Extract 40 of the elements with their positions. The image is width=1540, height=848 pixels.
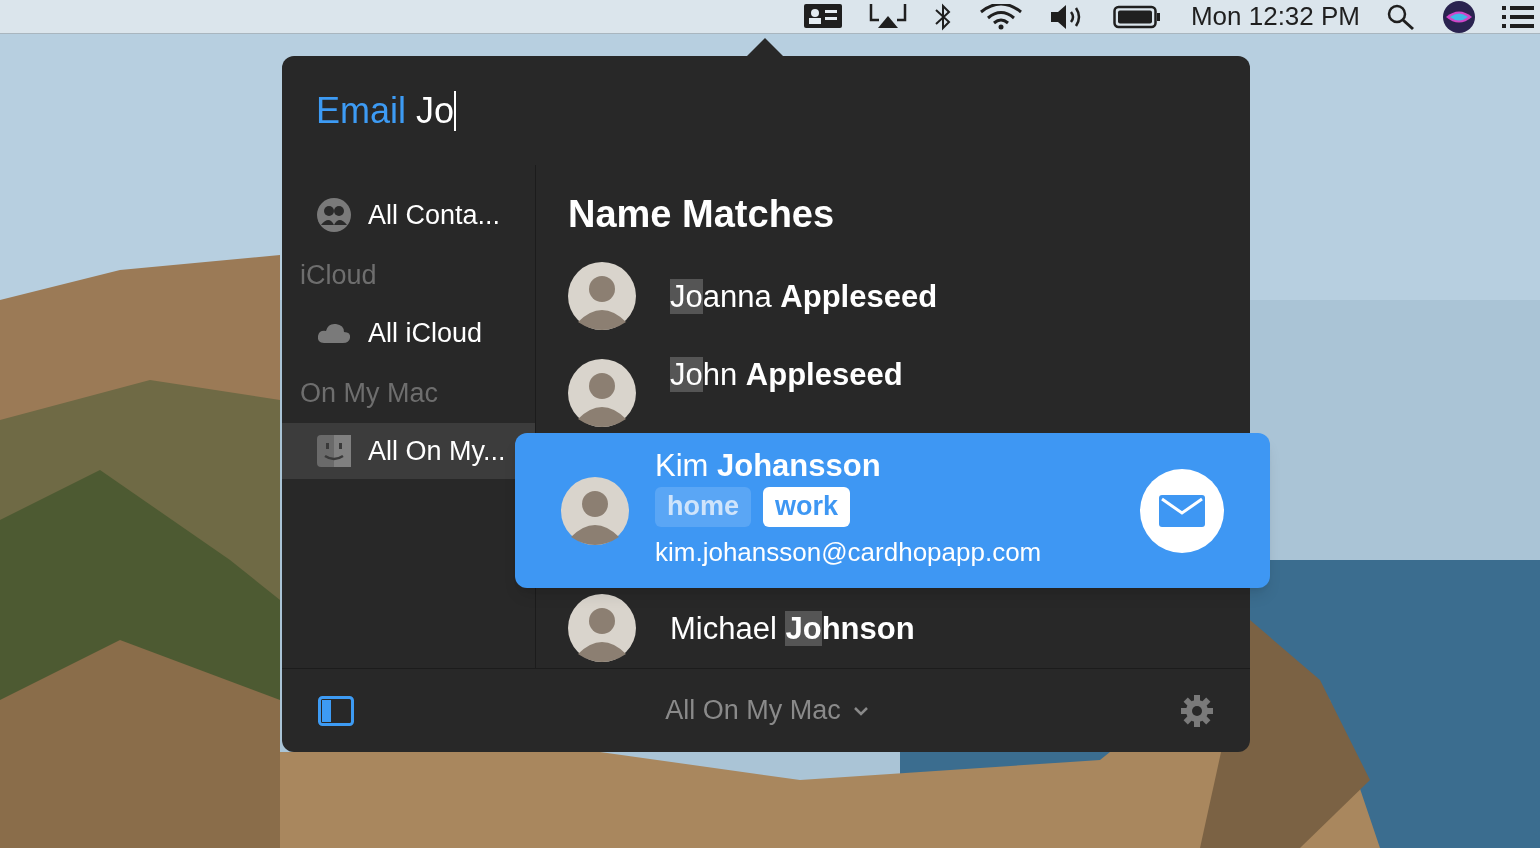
clock[interactable]: Mon 12:32 PM xyxy=(1190,0,1360,36)
search-prefix: Email xyxy=(316,88,407,133)
search-field[interactable]: Email Jo xyxy=(282,56,1250,165)
people-icon xyxy=(316,197,352,233)
siri-icon[interactable] xyxy=(1442,0,1476,34)
contact-name: Kim Johansson xyxy=(655,449,882,481)
avatar xyxy=(568,594,636,662)
contact-row[interactable]: Joanna Appleseed xyxy=(536,245,1250,347)
avatar xyxy=(568,262,636,330)
contact-row[interactable]: John Appleseed xyxy=(536,347,1250,433)
sidebar-item[interactable]: All On My... xyxy=(282,423,535,479)
wifi-icon[interactable] xyxy=(978,3,1023,30)
avatar xyxy=(568,359,636,427)
airplay-icon[interactable] xyxy=(868,3,907,30)
contact-card-icon[interactable] xyxy=(802,3,843,30)
search-icon[interactable] xyxy=(1386,2,1416,31)
email-address: kim.johansson@cardhopapp.com xyxy=(655,535,1043,569)
sidebar-section-title: iCloud xyxy=(299,258,378,292)
section-heading: Name Matches xyxy=(567,191,836,237)
sidebar-label: All iCloud xyxy=(368,316,483,350)
sidebar-section-title: On My Mac xyxy=(299,376,440,410)
avatar xyxy=(561,476,629,545)
contact-name: Michael Johnson xyxy=(670,612,915,644)
contact-name: John Appleseed xyxy=(670,359,903,390)
contact-name: Joanna Appleseed xyxy=(670,280,938,312)
cloud-icon xyxy=(316,321,352,345)
envelope-icon xyxy=(1159,494,1205,527)
sidebar-item[interactable]: All iCloud xyxy=(282,305,535,361)
battery-icon[interactable] xyxy=(1112,4,1161,29)
chevron-down-icon xyxy=(852,705,869,716)
contact-row[interactable]: Michael Johnson xyxy=(536,588,1250,668)
scope-dropdown[interactable]: All On My Mac xyxy=(665,690,869,731)
sidebar-item[interactable]: All Conta... xyxy=(282,187,535,243)
sidebar-toggle-icon[interactable] xyxy=(318,695,354,726)
sidebar-label: All On My... xyxy=(368,434,506,468)
sidebar-label: All Conta... xyxy=(368,198,501,232)
search-value: Jo xyxy=(416,88,455,133)
finder-icon xyxy=(316,434,352,468)
settings-icon[interactable] xyxy=(1180,693,1214,728)
list-icon[interactable] xyxy=(1502,3,1534,30)
